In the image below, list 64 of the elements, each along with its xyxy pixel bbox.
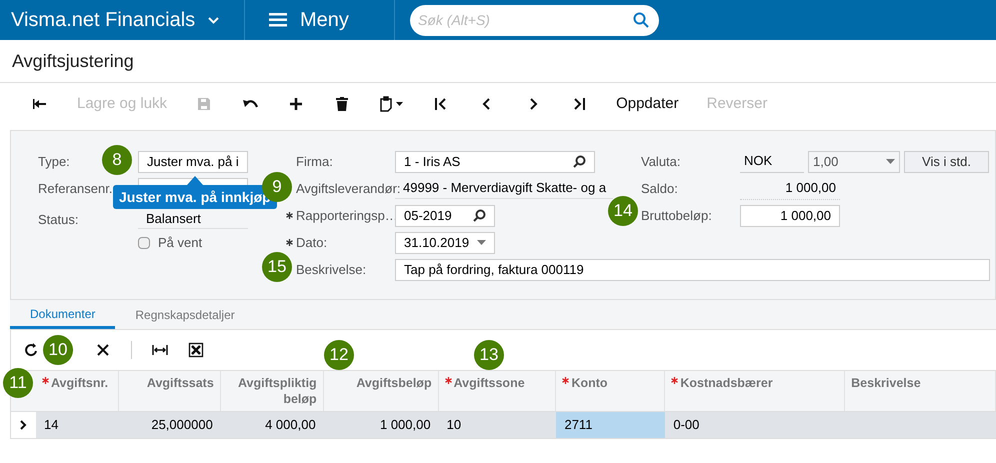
- plus-icon: [288, 96, 304, 112]
- caret-icon: [477, 240, 486, 245]
- field-label: Dato:: [296, 234, 328, 252]
- callout-badge: 11: [3, 368, 33, 398]
- field-label: Rapporteringsp…: [296, 206, 398, 225]
- spreadsheet-icon: [188, 342, 204, 358]
- lookup-field[interactable]: 1 - Iris AS: [395, 150, 595, 172]
- table-cell-text: 14: [44, 416, 58, 434]
- menu-icon: [269, 13, 287, 27]
- column-header[interactable]: Avgiftsbeløp: [356, 375, 432, 391]
- balance-value: 1 000,00: [740, 178, 840, 200]
- dropdown-field[interactable]: 31.10.2019: [395, 232, 495, 254]
- table-cell-text: 0-00: [673, 416, 700, 434]
- field-label: Saldo:: [641, 180, 678, 198]
- trash-icon: [334, 96, 350, 112]
- rate-dropdown[interactable]: 1,00: [808, 150, 900, 172]
- lookup-field[interactable]: 05-2019: [395, 204, 495, 226]
- clipboard-icon: [380, 96, 404, 112]
- column-header[interactable]: Avgiftssone: [454, 375, 525, 391]
- column-header[interactable]: Konto: [571, 375, 608, 391]
- column-header[interactable]: Avgiftspliktig beløp: [226, 375, 317, 407]
- toolbar-button[interactable]: Oppdater: [602, 89, 693, 119]
- table-cell-text: 10: [446, 416, 462, 434]
- table-cell-text: 25,000000: [151, 416, 213, 434]
- column-header[interactable]: Beskrivelse: [851, 375, 921, 391]
- dropdown-field[interactable]: Juster mva. på i: [138, 150, 248, 172]
- back-arrow-icon: [32, 96, 48, 112]
- chevron-down-icon: [208, 16, 219, 24]
- page-title: Avgiftsjustering: [12, 50, 134, 73]
- table-cell-text: 1 000,00: [380, 416, 431, 434]
- view-in-base-button[interactable]: Vis i std.: [904, 150, 989, 172]
- callout-badge: 10: [43, 335, 73, 365]
- search-field[interactable]: Søk (Alt+S): [410, 4, 659, 36]
- fit-columns-icon: [152, 342, 168, 358]
- menu-button[interactable]: Meny: [245, 0, 395, 40]
- save-icon: [196, 96, 212, 112]
- app-switcher[interactable]: Visma.net Financials: [0, 0, 245, 40]
- description-field[interactable]: Tap på fordring, faktura 000119: [395, 258, 990, 280]
- tab[interactable]: Regnskapsdetaljer: [115, 301, 255, 329]
- field-label: Firma:: [296, 152, 333, 171]
- on-hold-checkbox[interactable]: På vent: [138, 232, 202, 252]
- field-label: Referansenr.: [38, 180, 112, 198]
- column-header[interactable]: Avgiftssats: [146, 375, 214, 391]
- caret-icon: [886, 159, 895, 164]
- callout-badge: 13: [474, 340, 504, 370]
- search-icon: [573, 155, 586, 168]
- field-label: Status:: [38, 210, 78, 228]
- current-row-icon: [20, 420, 27, 430]
- column-header[interactable]: Kostnadsbærer: [680, 375, 773, 391]
- search-icon: [633, 12, 649, 28]
- table-cell-text: 4 000,00: [265, 416, 316, 434]
- close-icon: [95, 342, 111, 358]
- table-cell-text: 2711: [564, 416, 592, 434]
- tab[interactable]: Dokumenter: [10, 301, 116, 329]
- field-label: Avgiftsleverandør:: [296, 180, 401, 198]
- gross-amount-field[interactable]: 1 000,00: [740, 204, 840, 226]
- field-label: Valuta:: [641, 152, 681, 171]
- column-header[interactable]: Avgiftsnr.: [50, 375, 108, 391]
- field-label: Type:: [38, 152, 70, 171]
- callout-badge: 12: [324, 340, 354, 370]
- refresh-icon: [23, 342, 39, 358]
- field-label: Bruttobeløp:: [641, 206, 712, 225]
- field-label: Beskrivelse:: [296, 260, 366, 279]
- search-icon: [473, 209, 486, 222]
